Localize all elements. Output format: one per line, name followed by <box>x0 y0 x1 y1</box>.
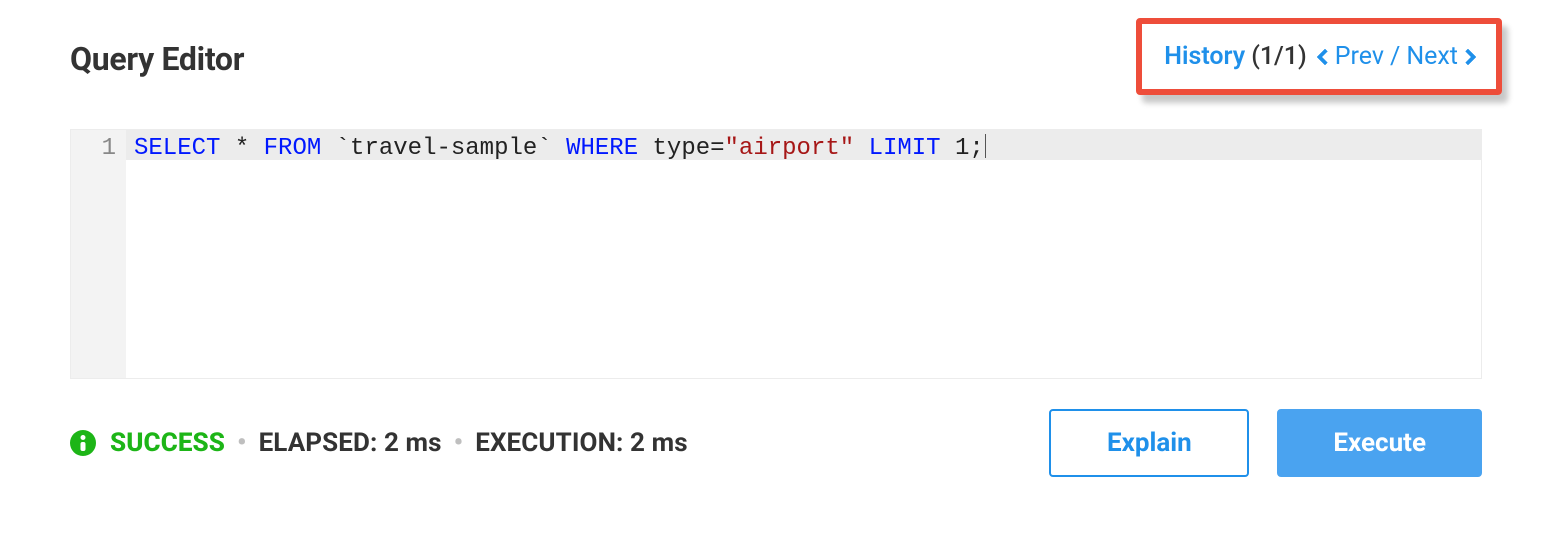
token-keyword-where: WHERE <box>566 135 638 162</box>
chevron-right-icon <box>1460 48 1477 65</box>
info-icon <box>70 430 96 456</box>
status-separator: • <box>454 428 464 458</box>
token-typeeq: type= <box>638 135 724 162</box>
status-left: SUCCESS • ELAPSED: 2 ms • EXECUTION: 2 m… <box>70 428 688 458</box>
status-separator: • <box>237 428 247 458</box>
token-string: "airport" <box>725 135 855 162</box>
token-keyword-from: FROM <box>264 135 322 162</box>
chevron-left-icon <box>1316 48 1333 65</box>
status-execution: EXECUTION: 2 ms <box>475 428 687 458</box>
explain-button[interactable]: Explain <box>1049 409 1249 477</box>
token-keyword-limit: LIMIT <box>869 135 941 162</box>
history-nav: Prev / Next <box>1319 42 1474 71</box>
page-title: Query Editor <box>70 40 244 78</box>
status-row: SUCCESS • ELAPSED: 2 ms • EXECUTION: 2 m… <box>70 409 1482 477</box>
token-one: 1 <box>941 135 970 162</box>
code-line[interactable]: SELECT * FROM `travel-sample` WHERE type… <box>126 130 1481 164</box>
status-success: SUCCESS <box>110 428 225 458</box>
token-semi: ; <box>969 135 983 162</box>
token-keyword-select: SELECT <box>134 135 220 162</box>
history-separator: / <box>1390 42 1400 71</box>
action-buttons: Explain Execute <box>1049 409 1482 477</box>
token-bucket: `travel-sample` <box>321 135 566 162</box>
history-prev-button[interactable]: Prev <box>1319 42 1384 71</box>
editor-code-area[interactable]: SELECT * FROM `travel-sample` WHERE type… <box>126 130 1481 378</box>
status-elapsed: ELAPSED: 2 ms <box>259 428 442 458</box>
history-next-label: Next <box>1406 42 1458 71</box>
query-editor-panel: Query Editor History (1/1) Prev / Next 1 <box>0 0 1552 507</box>
editor-gutter: 1 <box>71 130 126 378</box>
code-editor[interactable]: 1 SELECT * FROM `travel-sample` WHERE ty… <box>70 129 1482 379</box>
history-prev-label: Prev <box>1335 42 1384 71</box>
token-star: * <box>220 135 263 162</box>
history-link[interactable]: History <box>1164 42 1245 71</box>
history-controls: History (1/1) Prev / Next <box>1136 18 1502 95</box>
execute-button[interactable]: Execute <box>1277 409 1482 477</box>
token-space <box>854 135 868 162</box>
header-row: Query Editor History (1/1) Prev / Next <box>70 40 1482 95</box>
history-count: (1/1) <box>1251 42 1307 71</box>
editor-caret <box>985 134 986 158</box>
line-number: 1 <box>71 134 116 164</box>
history-next-button[interactable]: Next <box>1406 42 1474 71</box>
